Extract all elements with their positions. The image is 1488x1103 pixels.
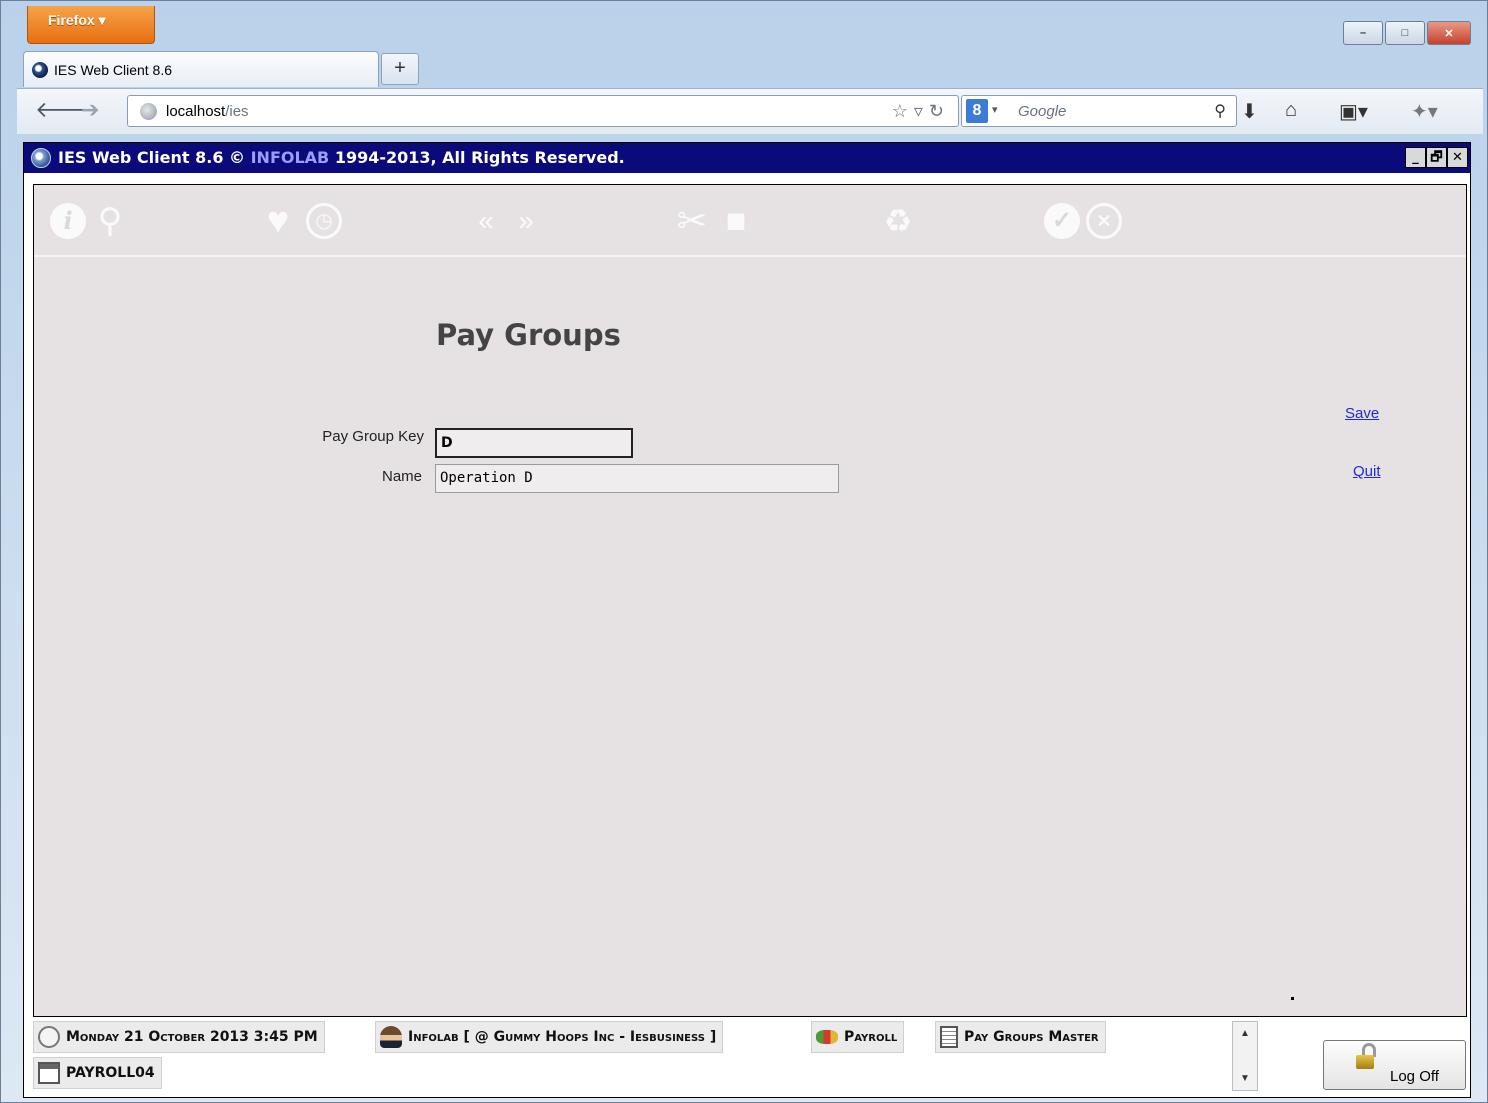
logoff-label: Log Off	[1390, 1068, 1439, 1085]
quit-link[interactable]: Quit	[1353, 463, 1381, 480]
lock-icon	[1356, 1055, 1374, 1069]
minimize-button[interactable]: –	[1343, 21, 1383, 45]
address-bar[interactable]: localhost/ies ☆▿↻	[127, 95, 959, 127]
form-icon	[38, 1062, 60, 1084]
forward-arrow-icon[interactable]: ➔	[81, 99, 99, 121]
new-tab-button[interactable]: +	[381, 53, 419, 85]
search-icon[interactable]: ⚲	[92, 203, 128, 239]
url-host: localhost	[166, 103, 226, 120]
app-title-brand: INFOLAB	[250, 148, 330, 167]
save-link[interactable]: Save	[1345, 405, 1379, 422]
cancel-icon[interactable]: ✕	[1086, 203, 1122, 239]
bookmarks-icon[interactable]: ▣▾	[1339, 99, 1368, 124]
google-engine-icon[interactable]: 8	[966, 99, 988, 123]
addon-icon[interactable]: ✦▾	[1411, 99, 1438, 124]
accept-icon[interactable]: ✓	[1044, 203, 1080, 239]
search-bar[interactable]: 8 ▾ Google ⚲	[961, 95, 1237, 127]
app-title-prefix: IES Web Client 8.6 ©	[58, 148, 251, 167]
datetime-chip: Monday 21 October 2013 3:45 PM	[33, 1021, 325, 1053]
scroll-down-icon[interactable]: ▼	[1233, 1073, 1257, 1084]
payroll-icon	[816, 1030, 838, 1044]
pay-group-key-field[interactable]: D	[435, 428, 633, 458]
firefox-menu-button[interactable]: Firefox ▾	[27, 6, 155, 44]
user-chip[interactable]: Infolab [ @ Gummy Hoops Inc - Iesbusines…	[375, 1021, 724, 1053]
pay-group-key-label: Pay Group Key	[322, 428, 424, 445]
search-magnifier-icon[interactable]: ⚲	[1214, 101, 1226, 121]
program-text: PAYROLL04	[66, 1065, 155, 1081]
scroll-up-icon[interactable]: ▲	[1233, 1028, 1257, 1039]
maximize-button[interactable]: □	[1385, 21, 1425, 45]
stop-icon[interactable]: ■	[718, 203, 754, 239]
user-avatar-icon	[380, 1026, 402, 1048]
browser-window-controls: – □ ✕	[1343, 21, 1471, 45]
close-button[interactable]: ✕	[1427, 21, 1471, 45]
ies-minimize-button[interactable]: _	[1405, 147, 1426, 168]
ies-favicon-icon	[32, 62, 48, 78]
screen-chip[interactable]: Pay Groups Master	[935, 1021, 1106, 1053]
ies-app-window: IES Web Client 8.6 © INFOLAB 1994-2013, …	[23, 142, 1471, 1098]
browser-window: Firefox ▾ – □ ✕ IES Web Client 8.6 + 🡐 ➔…	[0, 0, 1488, 1103]
app-toolbar: i ⚲ ♥ ◷ « » ✂ ■ ♻ ✓ ✕	[34, 185, 1466, 257]
ies-restore-button[interactable]: 🗗	[1426, 147, 1447, 168]
tools-icon[interactable]: ✂	[674, 203, 710, 239]
ies-close-button[interactable]: ✕	[1447, 147, 1468, 168]
browser-tab[interactable]: IES Web Client 8.6	[23, 51, 379, 87]
navigation-toolbar: 🡐 ➔ localhost/ies ☆▿↻ 8 ▾ Google ⚲ ⬇ ⌂ ▣…	[17, 88, 1483, 134]
status-scroller[interactable]: ▲ ▼	[1232, 1021, 1258, 1091]
datetime-text: Monday 21 October 2013 3:45 PM	[66, 1029, 318, 1045]
module-text: Payroll	[844, 1029, 898, 1045]
ies-window-controls: _ 🗗 ✕	[1405, 147, 1468, 168]
app-content: i ⚲ ♥ ◷ « » ✂ ■ ♻ ✓ ✕ Pay Groups Pay Gro…	[33, 184, 1467, 1017]
info-icon[interactable]: i	[50, 203, 86, 239]
next-icon[interactable]: »	[508, 203, 544, 239]
previous-icon[interactable]: «	[468, 203, 504, 239]
engine-dropdown-icon[interactable]: ▾	[992, 103, 998, 116]
name-label: Name	[381, 468, 422, 485]
name-field[interactable]: Operation D	[435, 464, 839, 493]
favorite-icon[interactable]: ♥	[260, 202, 296, 240]
download-icon[interactable]: ⬇	[1241, 99, 1258, 124]
ies-logo-icon	[31, 148, 51, 168]
search-placeholder: Google	[1018, 103, 1067, 120]
document-icon	[940, 1026, 958, 1048]
status-bar: Monday 21 October 2013 3:45 PM Infolab […	[33, 1019, 1467, 1095]
page-title: Pay Groups	[436, 318, 621, 352]
program-chip[interactable]: PAYROLL04	[33, 1057, 162, 1089]
stray-dot	[1291, 997, 1294, 1000]
screen-text: Pay Groups Master	[964, 1029, 1099, 1045]
history-icon[interactable]: ◷	[306, 203, 342, 239]
clock-icon	[38, 1026, 60, 1048]
app-title-suffix: 1994-2013, All Rights Reserved.	[329, 148, 625, 167]
url-path: /ies	[225, 103, 249, 120]
tab-title: IES Web Client 8.6	[54, 62, 173, 78]
logoff-button[interactable]: Log Off	[1323, 1040, 1466, 1090]
module-chip[interactable]: Payroll	[811, 1021, 905, 1053]
user-text: Infolab [ @ Gummy Hoops Inc - Iesbusines…	[408, 1029, 717, 1045]
home-icon[interactable]: ⌂	[1285, 99, 1297, 122]
bookmark-star-reload-icons[interactable]: ☆▿↻	[892, 101, 950, 122]
globe-icon	[140, 103, 157, 120]
recycle-icon[interactable]: ♻	[880, 203, 916, 239]
ies-titlebar: IES Web Client 8.6 © INFOLAB 1994-2013, …	[24, 143, 1470, 173]
